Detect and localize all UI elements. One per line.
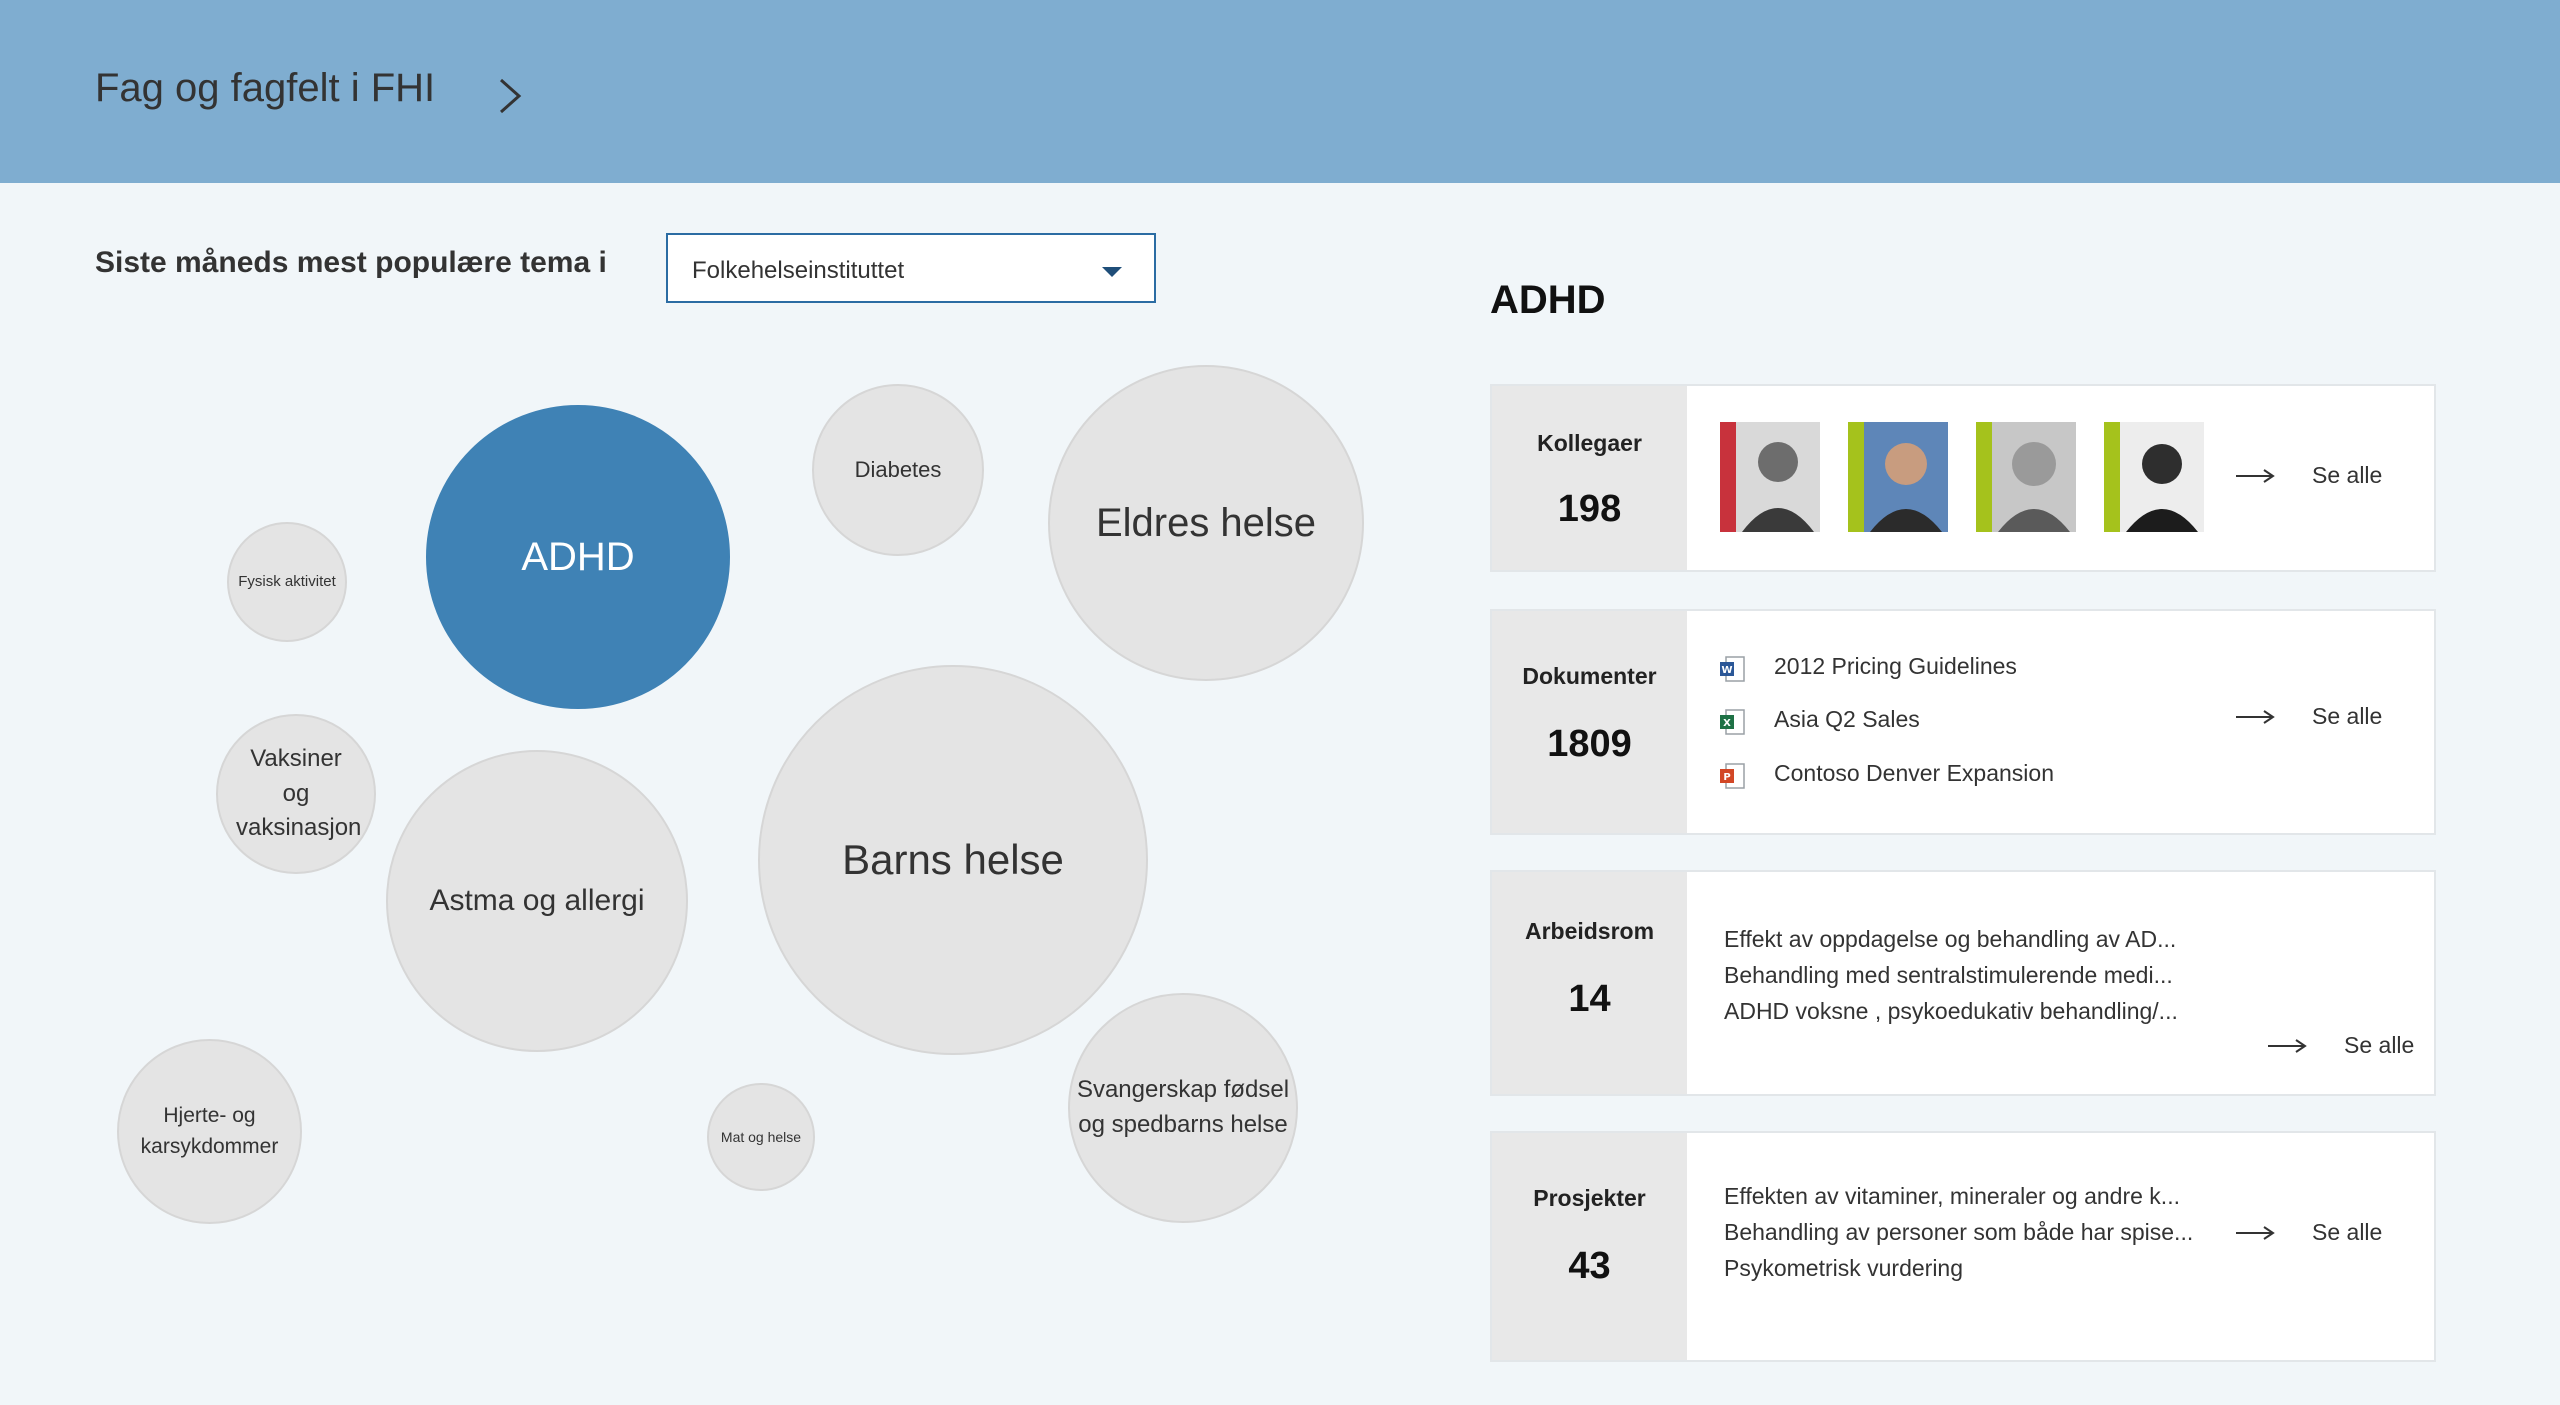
topic-bubble-barns-helse[interactable]: Barns helse [758, 665, 1148, 1055]
documents-summary: Dokumenter 1809 [1492, 611, 1687, 833]
topic-bubble-label: Barns helse [842, 835, 1064, 883]
svg-text:W: W [1721, 665, 1732, 676]
arrow-right-icon [2236, 468, 2275, 483]
topic-bubble-label: Svangerskap fødsel og spedbarns helse [1076, 1076, 1290, 1138]
powerpoint-document-icon: P [1720, 763, 1745, 789]
avatar[interactable] [1976, 422, 2076, 532]
see-all-label: Se alle [2312, 1219, 2383, 1245]
avatar-accent [2104, 422, 2120, 532]
person-icon [1736, 422, 1820, 532]
topic-bubble-vaksiner[interactable]: Vaksiner og vaksinasjon [216, 714, 376, 874]
topic-bubble-label: Diabetes [854, 457, 942, 483]
projects-count: 43 [1568, 1245, 1611, 1287]
person-icon [2120, 422, 2204, 532]
topic-bubble-adhd[interactable]: ADHD [426, 405, 730, 709]
workspaces-card: Arbeidsrom 14 Effekt av oppdagelse og be… [1490, 870, 2436, 1096]
see-all-label: Se alle [2312, 703, 2383, 729]
colleagues-label: Kollegaer [1537, 430, 1642, 456]
avatar-accent [1976, 422, 1992, 532]
workspaces-see-all-link[interactable]: Se alle [2268, 1032, 2414, 1059]
workspaces-summary: Arbeidsrom 14 [1492, 872, 1687, 1094]
excel-document-icon: X [1720, 709, 1745, 735]
document-link[interactable]: Asia Q2 Sales [1774, 706, 1920, 733]
topic-bubble-diabetes[interactable]: Diabetes [812, 384, 984, 556]
caret-down-icon [1102, 267, 1122, 277]
workspace-link[interactable]: ADHD voksne , psykoedukativ behandling/.… [1724, 998, 2178, 1025]
word-document-icon: W [1720, 656, 1745, 682]
arrow-right-icon [2236, 1225, 2275, 1240]
project-link[interactable]: Behandling av personer som både har spis… [1724, 1219, 2193, 1246]
organization-select[interactable]: Folkehelseinstituttet [666, 233, 1156, 303]
chevron-right-icon[interactable] [493, 74, 527, 118]
top-banner: Fag og fagfelt i FHI [0, 0, 2560, 183]
svg-text:X: X [1723, 718, 1731, 729]
project-link[interactable]: Psykometrisk vurdering [1724, 1255, 1963, 1282]
selected-topic-title: ADHD [1490, 278, 1606, 322]
projects-label: Prosjekter [1533, 1185, 1646, 1211]
page-title[interactable]: Fag og fagfelt i FHI [95, 66, 435, 111]
person-icon [1864, 422, 1948, 532]
document-link[interactable]: Contoso Denver Expansion [1774, 760, 2054, 787]
documents-label: Dokumenter [1522, 663, 1657, 689]
project-link[interactable]: Effekten av vitaminer, mineraler og andr… [1724, 1183, 2180, 1210]
topic-bubble-label: Eldres helse [1095, 501, 1317, 545]
avatar[interactable] [1848, 422, 1948, 532]
person-icon [1992, 422, 2076, 532]
colleagues-see-all-link[interactable]: Se alle [2236, 462, 2382, 489]
topic-bubble-svangerskap[interactable]: Svangerskap fødsel og spedbarns helse [1068, 993, 1298, 1223]
avatar[interactable] [1720, 422, 1820, 532]
topic-bubble-label: Astma og allergi [429, 884, 645, 918]
topic-bubble-label: Fysisk aktivitet [238, 573, 336, 591]
workspace-link[interactable]: Effekt av oppdagelse og behandling av AD… [1724, 926, 2176, 953]
colleagues-summary: Kollegaer 198 [1492, 386, 1687, 570]
avatar[interactable] [2104, 422, 2204, 532]
topic-bubble-label: Hjerte- og karsykdommer [140, 1104, 279, 1158]
topic-bubble-label: ADHD [521, 535, 635, 579]
projects-see-all-link[interactable]: Se alle [2236, 1219, 2382, 1246]
projects-card: Prosjekter 43 Effekten av vitaminer, min… [1490, 1131, 2436, 1362]
workspace-link[interactable]: Behandling med sentralstimulerende medi.… [1724, 962, 2173, 989]
see-all-label: Se alle [2344, 1032, 2415, 1058]
svg-text:P: P [1723, 772, 1730, 783]
documents-see-all-link[interactable]: Se alle [2236, 703, 2382, 730]
colleagues-count: 198 [1557, 488, 1622, 530]
workspaces-label: Arbeidsrom [1524, 918, 1655, 944]
topic-bubble-mat-og-helse[interactable]: Mat og helse [707, 1083, 815, 1191]
colleagues-card: Kollegaer 198 Se alle [1490, 384, 2436, 572]
see-all-label: Se alle [2312, 462, 2383, 488]
filter-label: Siste måneds mest populære tema i [95, 246, 607, 279]
document-link[interactable]: 2012 Pricing Guidelines [1774, 653, 2017, 680]
topic-bubble-fysisk-aktivitet[interactable]: Fysisk aktivitet [227, 522, 347, 642]
topic-bubble-eldres-helse[interactable]: Eldres helse [1048, 365, 1364, 681]
topic-bubble-astma-og-allergi[interactable]: Astma og allergi [386, 750, 688, 1052]
avatar-accent [1720, 422, 1736, 532]
avatar-accent [1848, 422, 1864, 532]
topic-bubble-label: Mat og helse [720, 1128, 802, 1145]
arrow-right-icon [2268, 1038, 2307, 1053]
documents-count: 1809 [1547, 723, 1632, 765]
select-value: Folkehelseinstituttet [692, 257, 905, 284]
documents-card: Dokumenter 1809 W 2012 Pricing Guideline… [1490, 609, 2436, 835]
workspaces-count: 14 [1568, 978, 1611, 1020]
topic-bubble-hjerte-og-kar[interactable]: Hjerte- og karsykdommer [117, 1039, 302, 1224]
topic-bubble-label: Vaksiner og vaksinasjon [236, 744, 362, 842]
projects-summary: Prosjekter 43 [1492, 1133, 1687, 1360]
arrow-right-icon [2236, 709, 2275, 724]
